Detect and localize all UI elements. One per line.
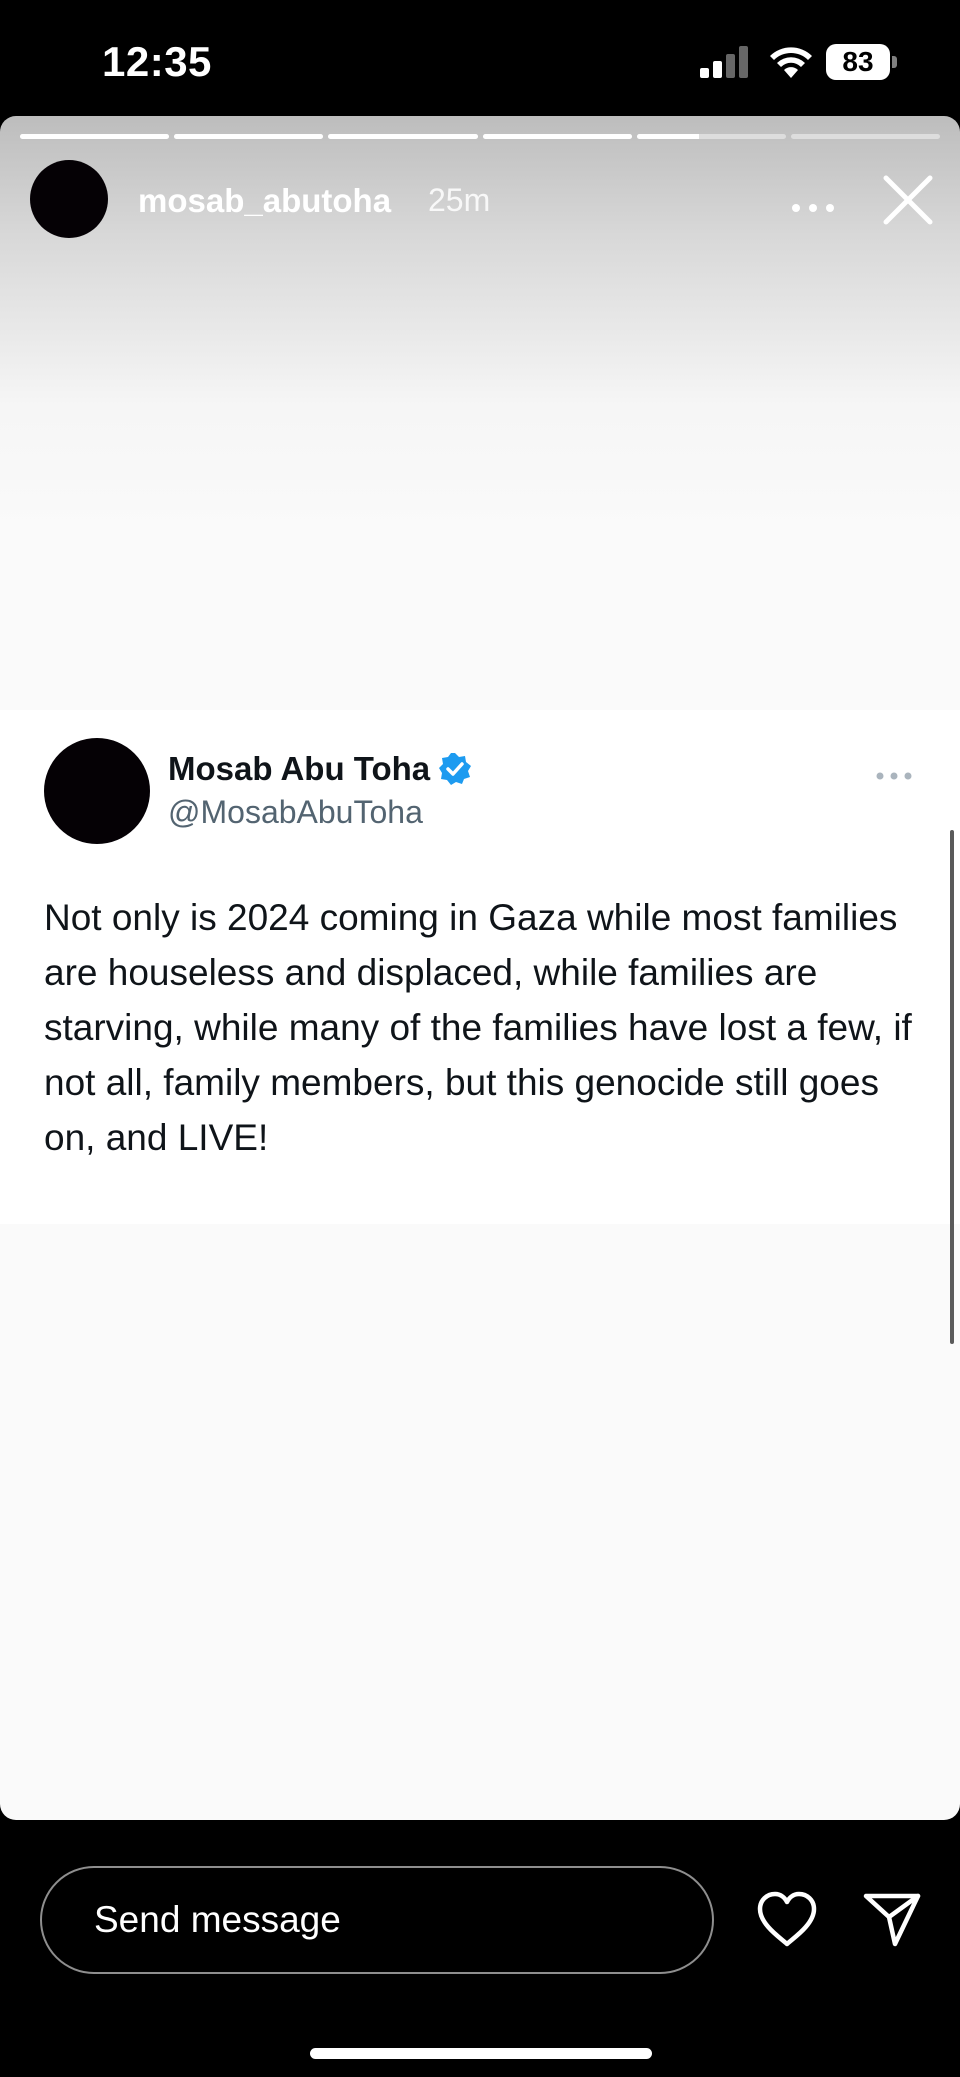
status-bar: 12:35 83 xyxy=(0,0,960,116)
wifi-icon xyxy=(770,47,812,78)
tweet-handle: @MosabAbuToha xyxy=(168,794,423,830)
story-progress-fill xyxy=(174,134,324,139)
more-icon[interactable] xyxy=(788,188,838,228)
more-icon[interactable] xyxy=(874,766,914,786)
home-indicator[interactable] xyxy=(310,2048,652,2059)
verified-badge-icon xyxy=(439,753,472,785)
battery-level: 83 xyxy=(842,46,874,77)
story-progress-segment xyxy=(482,134,632,139)
story-viewer[interactable]: mosab_abutoha 25m Mosab Abu Toha @MosabA… xyxy=(0,116,960,1820)
story-progress-segment xyxy=(328,134,478,139)
cellular-signal-icon xyxy=(700,46,748,78)
story-avatar[interactable] xyxy=(30,160,108,238)
story-progress-segment xyxy=(636,134,786,139)
story-progress-fill xyxy=(328,134,478,139)
story-progress-fill xyxy=(20,134,170,139)
story-time-ago: 25m xyxy=(428,182,491,218)
heart-icon[interactable] xyxy=(756,1890,818,1948)
send-icon[interactable] xyxy=(862,1890,922,1948)
status-time: 12:35 xyxy=(102,38,212,85)
scrollbar xyxy=(950,830,954,1344)
close-icon[interactable] xyxy=(880,172,936,228)
tweet-text: Not only is 2024 coming in Gaza while mo… xyxy=(44,897,912,1158)
battery-icon: 83 xyxy=(826,44,898,80)
story-progress-segment xyxy=(790,134,941,139)
bottom-bar: Send message xyxy=(0,1820,960,2077)
story-progress-segment xyxy=(20,134,170,139)
tweet-display-name: Mosab Abu Toha xyxy=(168,750,431,787)
tweet-card[interactable]: Mosab Abu Toha @MosabAbuToha Not only is… xyxy=(0,710,960,1224)
tweet-avatar xyxy=(44,738,150,844)
send-message-input[interactable]: Send message xyxy=(40,1866,714,1974)
story-username[interactable]: mosab_abutoha xyxy=(138,182,391,220)
story-progress-segment xyxy=(174,134,324,139)
story-progress-fill xyxy=(482,134,632,139)
story-progress-fill xyxy=(636,134,700,139)
tweet-name-row: Mosab Abu Toha xyxy=(168,750,472,788)
story-progress-bar xyxy=(20,134,941,140)
send-message-placeholder: Send message xyxy=(94,1899,341,1940)
